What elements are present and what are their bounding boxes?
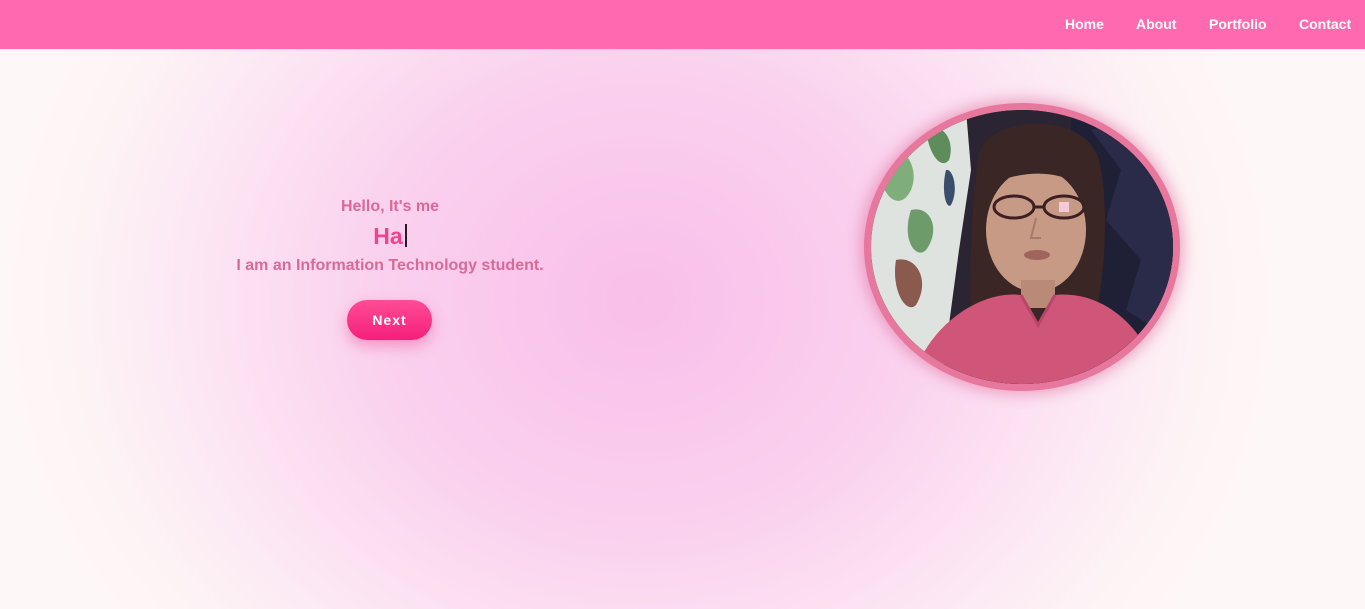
next-button[interactable]: Next bbox=[347, 300, 432, 340]
typing-caret bbox=[404, 224, 407, 247]
profile-photo-image bbox=[871, 110, 1173, 384]
profile-photo bbox=[871, 110, 1173, 384]
nav-contact-link[interactable]: Contact bbox=[1299, 16, 1351, 32]
nav-portfolio-link[interactable]: Portfolio bbox=[1209, 16, 1267, 32]
tagline-text: I am an Information Technology student. bbox=[236, 257, 544, 274]
typed-name-line: Ha bbox=[190, 221, 590, 251]
navbar: Home About Portfolio Contact bbox=[0, 0, 1365, 49]
nav-home-link[interactable]: Home bbox=[1065, 16, 1104, 32]
profile-photo-frame bbox=[864, 103, 1180, 391]
greeting-text: Hello, It's me bbox=[340, 198, 440, 215]
typed-name-text: Ha bbox=[373, 223, 403, 249]
hero-intro: Hello, It's me Ha I am an Information Te… bbox=[190, 196, 590, 277]
nav-about-link[interactable]: About bbox=[1136, 16, 1176, 32]
